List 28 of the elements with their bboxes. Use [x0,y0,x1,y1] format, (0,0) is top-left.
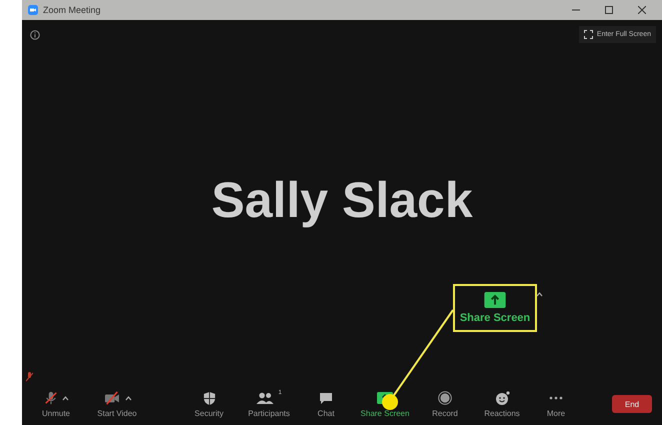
caret-icon[interactable] [124,396,132,400]
toolbar-button[interactable]: Chat [298,390,354,418]
highlight-dot [382,394,398,410]
video-camera-icon [28,5,38,15]
window-title: Zoom Meeting [43,5,102,15]
toolbar-button[interactable]: Security [178,390,240,418]
toolbar-button[interactable]: Start Video [82,390,152,418]
caret-icon[interactable] [536,292,543,297]
maximize-icon [605,6,613,14]
shield-icon [202,390,216,406]
muted-microphone-icon [26,372,33,382]
expand-icon [584,30,593,39]
chat-icon [319,392,333,404]
share-screen-icon [484,292,506,308]
callout-label: Share Screen [460,312,530,324]
caret-icon[interactable] [62,396,68,400]
people-icon [256,392,274,404]
toolbar-button[interactable]: Reactions [474,390,530,418]
more-icon [549,396,563,400]
toolbar-button[interactable]: Unmute [30,390,82,418]
participant-name: Sally Slack [211,171,473,229]
close-icon [638,6,646,14]
toolbar-button[interactable]: More [530,390,582,418]
toolbar-button[interactable]: Record [416,390,474,418]
record-icon [438,391,452,405]
info-icon[interactable] [30,30,40,40]
end-button[interactable]: End [612,395,652,413]
smiley-icon [494,390,510,406]
